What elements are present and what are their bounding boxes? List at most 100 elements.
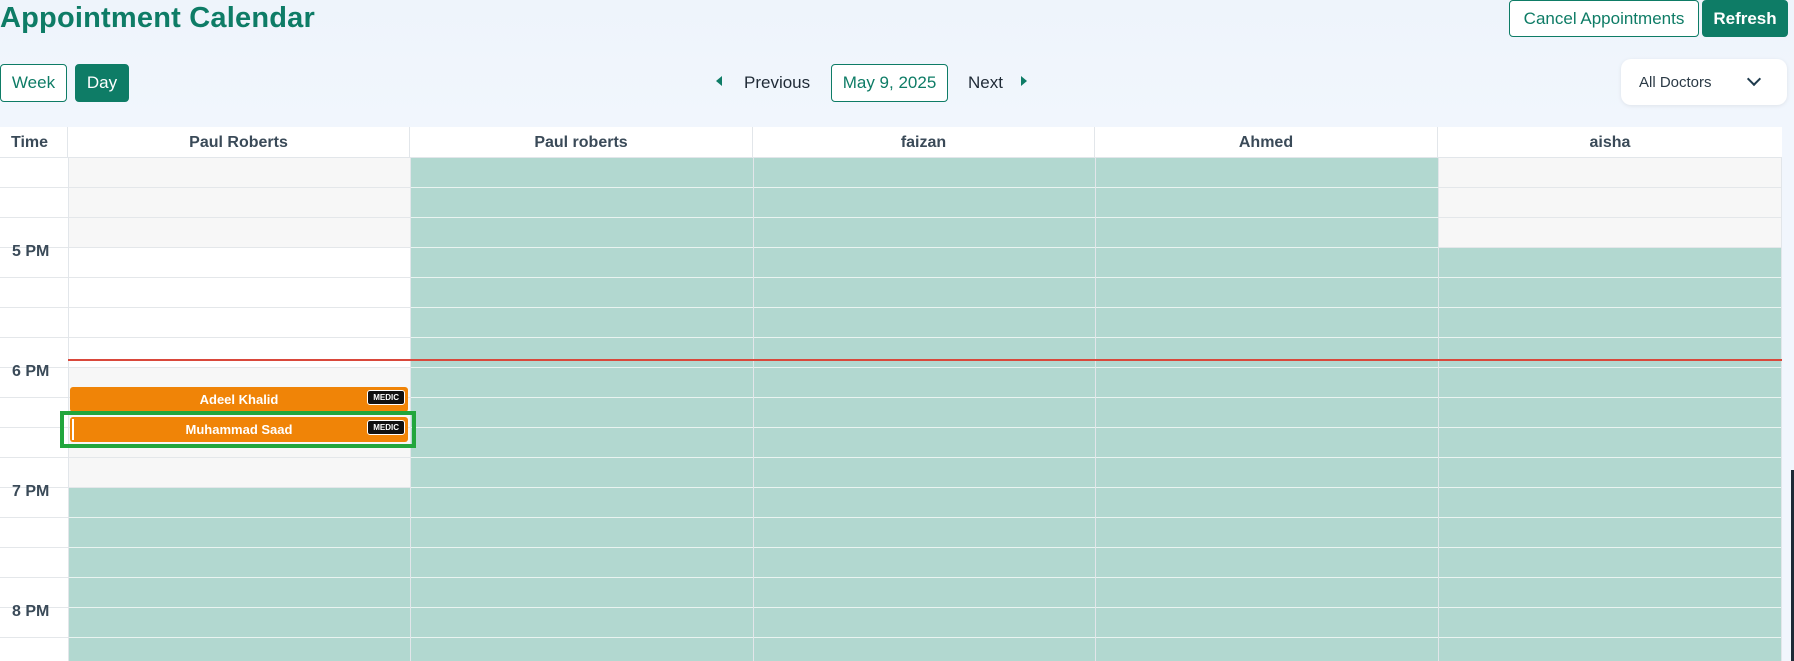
time-slot <box>0 158 68 188</box>
calendar-slot[interactable] <box>1438 188 1782 218</box>
calendar-slot[interactable] <box>1095 578 1438 608</box>
calendar-slot[interactable] <box>68 518 410 548</box>
calendar-slot[interactable] <box>1438 158 1782 188</box>
calendar-slot[interactable] <box>1438 218 1782 248</box>
calendar-slot[interactable] <box>68 548 410 578</box>
calendar-slot[interactable] <box>753 458 1095 488</box>
cancel-appointments-button[interactable]: Cancel Appointments <box>1509 0 1699 37</box>
doctor-column-header: Paul roberts <box>410 127 753 158</box>
calendar-slot[interactable] <box>68 308 410 338</box>
doctor-filter-select[interactable]: All Doctors <box>1621 59 1787 105</box>
calendar-slot[interactable] <box>753 518 1095 548</box>
calendar-slot[interactable] <box>410 608 753 638</box>
calendar-slot[interactable] <box>410 578 753 608</box>
calendar-slot[interactable] <box>1095 518 1438 548</box>
calendar-slot[interactable] <box>68 248 410 278</box>
day-view-button[interactable]: Day <box>75 64 129 102</box>
time-slot <box>0 308 68 338</box>
calendar-slot[interactable] <box>1095 278 1438 308</box>
calendar-slot[interactable] <box>753 608 1095 638</box>
calendar-slot[interactable] <box>410 188 753 218</box>
calendar-slot[interactable] <box>1438 548 1782 578</box>
refresh-button[interactable]: Refresh <box>1702 0 1788 37</box>
calendar-slot[interactable] <box>68 638 410 661</box>
calendar-slot[interactable] <box>1438 368 1782 398</box>
calendar-slot[interactable] <box>68 338 410 368</box>
calendar-slot[interactable] <box>410 458 753 488</box>
calendar-slot[interactable] <box>753 278 1095 308</box>
calendar-slot[interactable] <box>753 578 1095 608</box>
calendar-slot[interactable] <box>1095 548 1438 578</box>
previous-button[interactable]: Previous <box>716 64 810 102</box>
calendar-slot[interactable] <box>1438 518 1782 548</box>
calendar-slot[interactable] <box>753 188 1095 218</box>
calendar-slot[interactable] <box>1095 218 1438 248</box>
calendar-slot[interactable] <box>1438 638 1782 661</box>
time-slot <box>0 428 68 458</box>
calendar-slot[interactable] <box>410 548 753 578</box>
calendar-slot[interactable] <box>410 368 753 398</box>
calendar-header: Time Paul Roberts Paul roberts faizan Ah… <box>0 127 1782 158</box>
calendar-slot[interactable] <box>1438 608 1782 638</box>
calendar-slot[interactable] <box>753 248 1095 278</box>
calendar-slot[interactable] <box>1438 338 1782 368</box>
calendar-slot[interactable] <box>410 488 753 518</box>
calendar-slot[interactable] <box>410 638 753 661</box>
calendar-slot[interactable] <box>68 608 410 638</box>
calendar-slot[interactable] <box>68 188 410 218</box>
calendar-slot[interactable] <box>1095 428 1438 458</box>
calendar-slot[interactable] <box>753 368 1095 398</box>
calendar-slot[interactable] <box>410 218 753 248</box>
calendar-slot[interactable] <box>68 488 410 518</box>
calendar-slot[interactable] <box>410 398 753 428</box>
calendar-slot[interactable] <box>1438 308 1782 338</box>
calendar-slot[interactable] <box>68 578 410 608</box>
calendar-slot[interactable] <box>753 308 1095 338</box>
calendar-slot[interactable] <box>1095 488 1438 518</box>
calendar-slot[interactable] <box>1438 248 1782 278</box>
calendar-slot[interactable] <box>753 158 1095 188</box>
calendar-slot[interactable] <box>753 638 1095 661</box>
calendar-slot[interactable] <box>68 278 410 308</box>
calendar-slot[interactable] <box>410 338 753 368</box>
calendar-slot[interactable] <box>1095 248 1438 278</box>
calendar-slot[interactable] <box>1095 458 1438 488</box>
calendar-slot[interactable] <box>1095 188 1438 218</box>
calendar-slot[interactable] <box>1438 458 1782 488</box>
calendar-slot[interactable] <box>68 458 410 488</box>
calendar-slot[interactable] <box>1438 398 1782 428</box>
week-view-button[interactable]: Week <box>0 64 67 102</box>
calendar-slot[interactable] <box>410 308 753 338</box>
calendar-slot[interactable] <box>68 158 410 188</box>
calendar-slot[interactable] <box>1095 368 1438 398</box>
time-slot <box>0 518 68 548</box>
calendar-slot[interactable] <box>410 278 753 308</box>
calendar-slot[interactable] <box>410 248 753 278</box>
calendar-slot[interactable] <box>1095 608 1438 638</box>
calendar-slot[interactable] <box>1438 278 1782 308</box>
calendar-slot[interactable] <box>1095 308 1438 338</box>
calendar-slot[interactable] <box>753 488 1095 518</box>
doctor-column-header: aisha <box>1589 133 1631 151</box>
calendar-slot[interactable] <box>1438 578 1782 608</box>
calendar-slot[interactable] <box>1438 428 1782 458</box>
calendar-slot[interactable] <box>410 428 753 458</box>
current-time-indicator <box>68 359 1782 361</box>
calendar-slot[interactable] <box>753 398 1095 428</box>
calendar-slot[interactable] <box>1438 488 1782 518</box>
calendar-slot[interactable] <box>753 548 1095 578</box>
calendar-slot[interactable] <box>753 338 1095 368</box>
calendar-slot[interactable] <box>753 218 1095 248</box>
calendar-slot[interactable] <box>753 428 1095 458</box>
calendar-slot[interactable] <box>410 518 753 548</box>
calendar-slot[interactable] <box>1095 158 1438 188</box>
calendar-slot[interactable] <box>1095 398 1438 428</box>
calendar-slot[interactable] <box>1095 338 1438 368</box>
appointment-block[interactable]: Adeel Khalid MEDIC <box>70 387 408 412</box>
calendar-slot[interactable] <box>410 158 753 188</box>
date-picker-button[interactable]: May 9, 2025 <box>831 64 948 102</box>
calendar-slot[interactable] <box>1095 638 1438 661</box>
doctor-column-header: Ahmed <box>1095 127 1438 158</box>
next-button[interactable]: Next <box>968 64 1027 102</box>
calendar-slot[interactable] <box>68 218 410 248</box>
